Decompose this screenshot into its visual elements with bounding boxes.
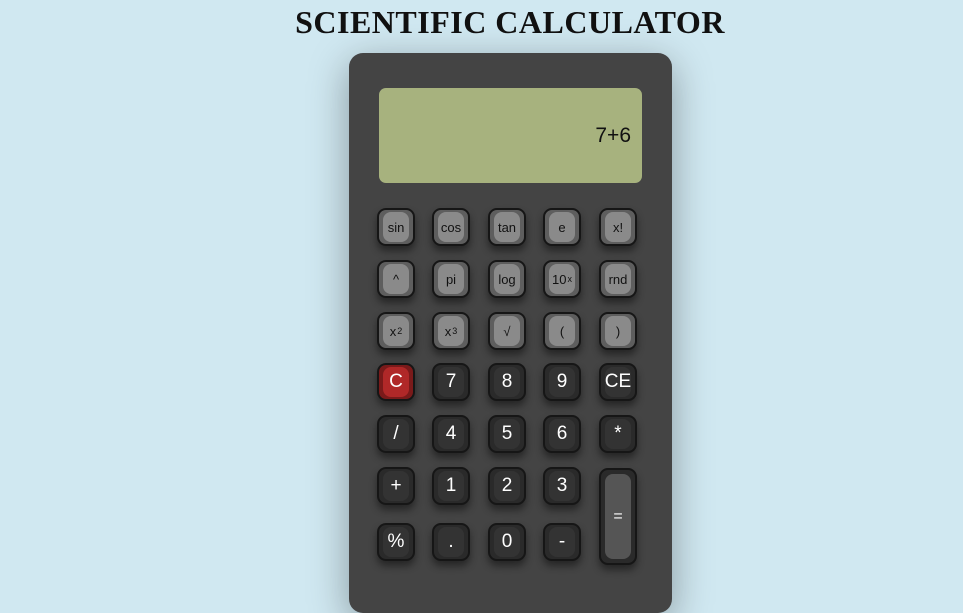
digit-7-label: 7 (438, 367, 464, 397)
ten-power-exponent: x (567, 274, 572, 284)
ten-power-base: 10 (552, 271, 567, 287)
digit-3-label: 3 (549, 471, 575, 501)
right-paren-button-label: ) (605, 316, 631, 346)
factorial-button-label: x! (605, 212, 631, 242)
cube-exponent: 3 (452, 326, 458, 336)
multiply-button-label: * (605, 419, 631, 449)
random-button[interactable]: rnd (599, 260, 637, 298)
square-exponent: 2 (397, 326, 403, 336)
minus-button-label: - (549, 527, 575, 557)
page-title: SCIENTIFIC CALCULATOR (295, 4, 725, 40)
digit-3-button[interactable]: 3 (543, 467, 581, 505)
e-button-label: e (549, 212, 575, 242)
digit-1-button[interactable]: 1 (432, 467, 470, 505)
percent-button[interactable]: % (377, 523, 415, 561)
sin-button[interactable]: sin (377, 208, 415, 246)
cube-base: x (444, 323, 452, 339)
clear-entry-label: CE (605, 367, 631, 397)
divide-button[interactable]: / (377, 415, 415, 453)
tan-button[interactable]: tan (488, 208, 526, 246)
log-button-label: log (494, 264, 520, 294)
equals-button[interactable]: = (599, 468, 637, 565)
calculator-body: 7+6 sin cos tan e x! ^ pi log 10 x rnd x2 (349, 53, 672, 613)
pi-button-label: pi (438, 264, 464, 294)
cube-button[interactable]: x3 (432, 312, 470, 350)
e-button[interactable]: e (543, 208, 581, 246)
minus-button[interactable]: - (543, 523, 581, 561)
calculator-display: 7+6 (379, 88, 642, 183)
random-button-label: rnd (605, 264, 631, 294)
pi-button[interactable]: pi (432, 260, 470, 298)
square-button-label: x2 (383, 316, 409, 346)
digit-5-label: 5 (494, 419, 520, 449)
ten-power-button-label: 10 x (549, 264, 575, 294)
left-paren-button-label: ( (549, 316, 575, 346)
factorial-button[interactable]: x! (599, 208, 637, 246)
multiply-button[interactable]: * (599, 415, 637, 453)
digit-4-label: 4 (438, 419, 464, 449)
cos-button-label: cos (438, 212, 464, 242)
cos-button[interactable]: cos (432, 208, 470, 246)
digit-4-button[interactable]: 4 (432, 415, 470, 453)
sqrt-button[interactable]: √ (488, 312, 526, 350)
log-button[interactable]: log (488, 260, 526, 298)
right-paren-button[interactable]: ) (599, 312, 637, 350)
digit-8-label: 8 (494, 367, 520, 397)
digit-9-label: 9 (549, 367, 575, 397)
clear-button[interactable]: C (377, 363, 415, 401)
display-value: 7+6 (595, 123, 631, 147)
digit-9-button[interactable]: 9 (543, 363, 581, 401)
power-button-label: ^ (383, 264, 409, 294)
percent-button-label: % (383, 527, 409, 557)
digit-8-button[interactable]: 8 (488, 363, 526, 401)
digit-2-button[interactable]: 2 (488, 467, 526, 505)
clear-entry-button[interactable]: CE (599, 363, 637, 401)
clear-button-label: C (383, 367, 409, 397)
digit-6-button[interactable]: 6 (543, 415, 581, 453)
digit-1-label: 1 (438, 471, 464, 501)
tan-button-label: tan (494, 212, 520, 242)
digit-5-button[interactable]: 5 (488, 415, 526, 453)
digit-0-label: 0 (494, 527, 520, 557)
sqrt-button-label: √ (494, 316, 520, 346)
plus-button-label: + (383, 471, 409, 501)
power-button[interactable]: ^ (377, 260, 415, 298)
plus-button[interactable]: + (377, 467, 415, 505)
cube-button-label: x3 (438, 316, 464, 346)
square-button[interactable]: x2 (377, 312, 415, 350)
digit-2-label: 2 (494, 471, 520, 501)
digit-7-button[interactable]: 7 (432, 363, 470, 401)
left-paren-button[interactable]: ( (543, 312, 581, 350)
equals-button-label: = (605, 474, 631, 559)
digit-0-button[interactable]: 0 (488, 523, 526, 561)
decimal-point-label: . (438, 527, 464, 557)
square-base: x (389, 323, 397, 339)
divide-button-label: / (383, 419, 409, 449)
sin-button-label: sin (383, 212, 409, 242)
ten-power-button[interactable]: 10 x (543, 260, 581, 298)
decimal-point-button[interactable]: . (432, 523, 470, 561)
digit-6-label: 6 (549, 419, 575, 449)
